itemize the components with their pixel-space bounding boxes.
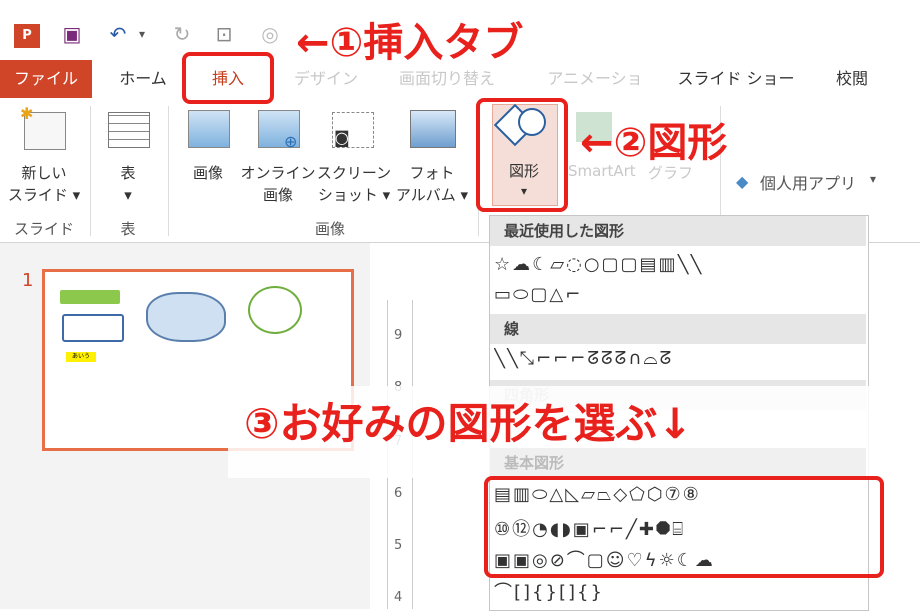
- slide-number: 1: [22, 270, 34, 291]
- group-label-images: 画像: [314, 220, 345, 238]
- photo-album-label-1: フォト: [409, 164, 455, 182]
- undo-dropdown-icon[interactable]: ▾: [128, 22, 156, 46]
- screenshot-button[interactable]: スクリーン ショット ▾: [316, 162, 392, 206]
- photo-album-label-2: アルバム ▾: [395, 186, 469, 204]
- table-icon: [108, 112, 150, 148]
- online-image-label-1: オンライン: [240, 164, 316, 182]
- sticky-text: あいう: [66, 352, 96, 362]
- section-basic: 基本図形: [490, 448, 866, 478]
- section-lines: 線: [490, 314, 866, 344]
- store-icon: ◆: [736, 172, 749, 191]
- cloud-callout-shape: [146, 292, 226, 342]
- save-icon[interactable]: ▣: [58, 22, 86, 46]
- insert-tab-highlight: [182, 52, 274, 104]
- globe-icon: ⊕: [284, 132, 298, 151]
- shape-row[interactable]: ☆☁☾▱◌○▢▢▤▥╲╲: [494, 254, 864, 280]
- table-label-2: ▾: [124, 186, 132, 204]
- shape-row[interactable]: ▭⬭▢△⌐: [494, 284, 864, 310]
- rect-callout-shape: [62, 314, 124, 342]
- screenshot-label-2: ショット ▾: [317, 186, 391, 204]
- ruler-mark: 9: [394, 328, 403, 343]
- green-label-shape: [60, 290, 120, 304]
- new-slide-button[interactable]: 新しい スライド ▾: [4, 162, 84, 206]
- group-label-tables: 表: [120, 220, 136, 238]
- table-label-1: 表: [120, 164, 136, 182]
- separator: [168, 106, 169, 236]
- tab-file[interactable]: ファイル: [0, 60, 92, 98]
- oval-callout-shape: [248, 286, 302, 334]
- ruler-mark: 5: [394, 538, 403, 553]
- new-slide-label-2: スライド ▾: [7, 186, 81, 204]
- image-icon: [188, 110, 230, 148]
- tab-home[interactable]: ホーム: [108, 60, 178, 98]
- online-image-button[interactable]: オンライン 画像: [240, 162, 316, 206]
- redo-icon[interactable]: ↻: [168, 22, 196, 46]
- ruler-mark: 6: [394, 486, 403, 501]
- new-slide-label-1: 新しい: [21, 164, 67, 182]
- photo-album-icon: [410, 110, 456, 148]
- shape-row[interactable]: ╲╲⤡⌐⌐⌐ᘔᘔᘔ∩⌓ᘔ: [494, 348, 864, 374]
- tab-animations[interactable]: アニメーション: [540, 60, 650, 126]
- new-slide-sparkle-icon: ✱: [20, 104, 34, 123]
- table-button[interactable]: 表 ▾: [96, 162, 160, 206]
- shapes-button-highlight: [476, 98, 568, 212]
- present-icon[interactable]: ⊡: [210, 22, 238, 46]
- photo-album-button[interactable]: フォト アルバム ▾: [392, 162, 472, 206]
- online-image-label-2: 画像: [262, 186, 293, 204]
- image-button[interactable]: 画像: [178, 162, 238, 184]
- screenshot-label-1: スクリーン: [316, 164, 392, 182]
- tab-review[interactable]: 校閲: [822, 60, 882, 98]
- tab-slideshow[interactable]: スライド ショー: [676, 60, 796, 98]
- personal-app-button[interactable]: 個人用アプリ: [760, 170, 856, 194]
- personal-app-caret[interactable]: ▾: [870, 172, 876, 186]
- camera-icon: ◙: [334, 128, 350, 147]
- group-label-slides: スライド: [13, 220, 74, 238]
- annotation-step1: ←①挿入タブ: [296, 20, 524, 66]
- shape-row[interactable]: ⌒[]{}[]{}: [494, 578, 864, 604]
- section-recent: 最近使用した図形: [490, 216, 866, 246]
- extra-icon[interactable]: ◎: [256, 22, 284, 46]
- powerpoint-icon: P: [14, 24, 40, 48]
- annotation-step3: ③お好みの図形を選ぶ↓: [244, 399, 693, 448]
- basic-shapes-highlight: [484, 476, 884, 578]
- separator: [90, 106, 91, 236]
- ruler-mark: 4: [394, 590, 403, 605]
- annotation-step2: ←②図形: [580, 120, 728, 166]
